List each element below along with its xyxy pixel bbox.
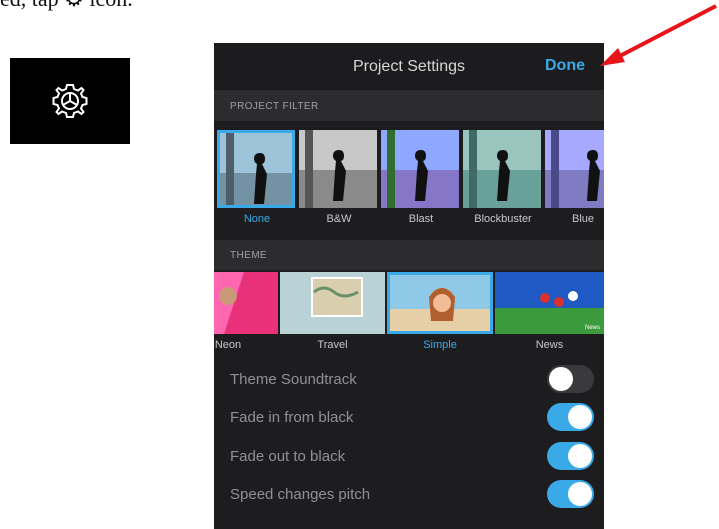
red-arrow-icon (600, 4, 717, 66)
